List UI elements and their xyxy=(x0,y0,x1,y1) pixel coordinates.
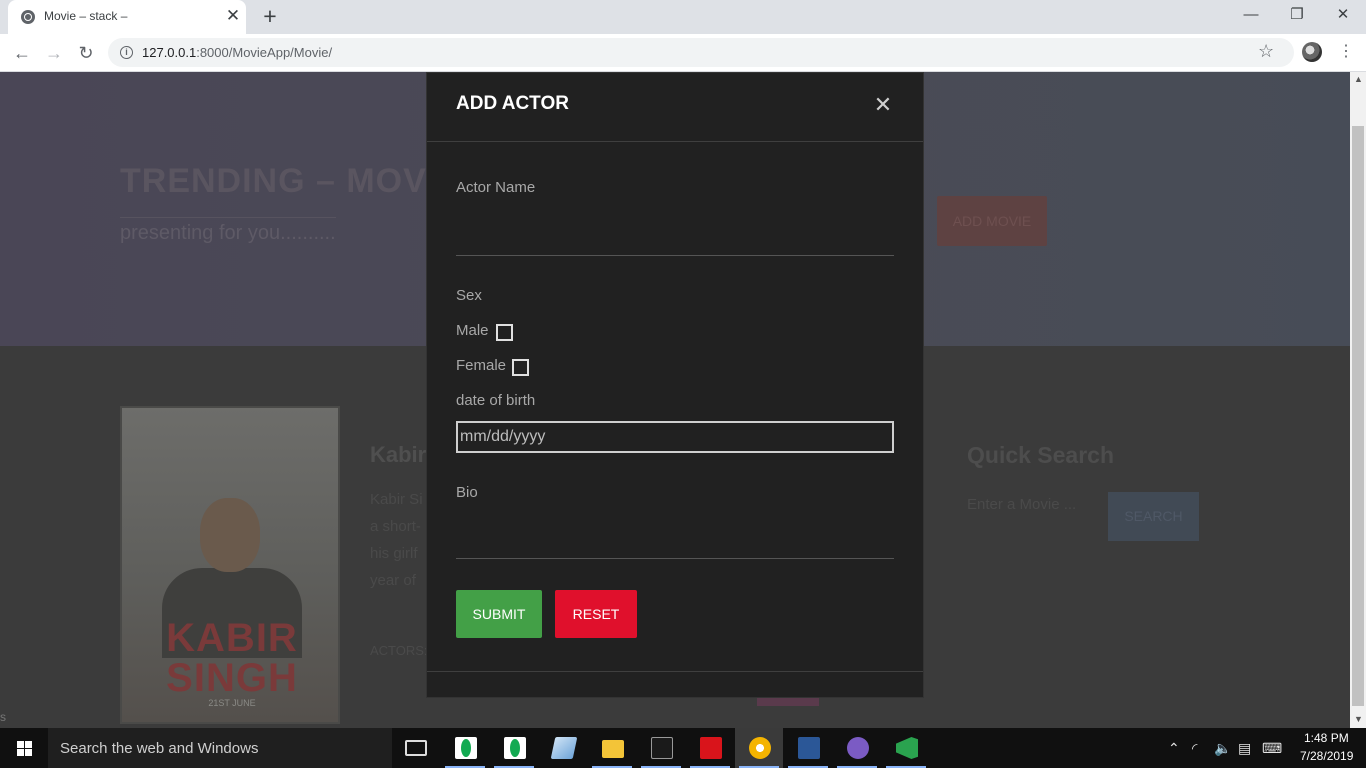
restore-button[interactable]: ❐ xyxy=(1274,0,1320,30)
terminal-icon[interactable] xyxy=(637,728,685,768)
network-icon[interactable]: ◜ xyxy=(1192,728,1197,768)
notepad-icon[interactable] xyxy=(539,728,587,768)
movie-description: Kabir Si a short- his girlf year of xyxy=(370,486,430,594)
movie-poster[interactable]: KABIR SINGH 21ST JUNE xyxy=(120,406,340,724)
menu-icon[interactable]: ⋮ xyxy=(1338,42,1354,62)
taskbar-search[interactable]: Search the web and Windows xyxy=(48,728,392,768)
poster-date: 21ST JUNE xyxy=(208,698,256,708)
chrome-icon[interactable] xyxy=(735,728,783,768)
scroll-up-icon[interactable]: ▲ xyxy=(1354,74,1363,84)
tab-close-icon[interactable]: ✕ xyxy=(224,6,242,26)
male-label: Male xyxy=(456,322,489,339)
github-glyph xyxy=(847,737,869,759)
start-button[interactable] xyxy=(0,728,48,768)
profile-icon[interactable] xyxy=(1302,42,1322,62)
pink-strip xyxy=(757,698,819,706)
action-center-icon[interactable]: ▤ xyxy=(1238,728,1251,768)
tab-strip: Movie – stack – ✕ + — ❐ ✕ xyxy=(0,0,1366,34)
mongodb-leaf xyxy=(510,739,520,757)
mongodb-compass-icon[interactable] xyxy=(441,728,489,768)
poster-face xyxy=(200,498,260,572)
actors-label: ACTORS: xyxy=(370,643,428,658)
url-path: :8000/MovieApp/Movie/ xyxy=(196,45,333,60)
scroll-down-icon[interactable]: ▼ xyxy=(1354,714,1363,724)
browser-toolbar: ← → ↻ i 127.0.0.1:8000/MovieApp/Movie/ ☆… xyxy=(0,34,1366,72)
movie-name[interactable]: Kabir xyxy=(370,442,426,468)
quick-search-input[interactable]: Enter a Movie ... xyxy=(967,496,1097,518)
submit-button[interactable]: SUBMIT xyxy=(456,590,542,638)
notepad-glyph xyxy=(550,737,578,759)
browser-tab[interactable]: Movie – stack – ✕ xyxy=(8,0,246,34)
back-icon[interactable]: ← xyxy=(10,41,34,65)
movie-desc-line: his girlf xyxy=(370,545,418,562)
female-label: Female xyxy=(456,357,507,374)
reset-button[interactable]: RESET xyxy=(555,590,637,638)
terminal-glyph xyxy=(651,737,673,759)
minimize-button[interactable]: — xyxy=(1228,0,1274,30)
task-view-glyph xyxy=(405,740,427,756)
clock-time[interactable]: 1:48 PM xyxy=(1304,731,1349,745)
movie-desc-line: year of xyxy=(370,572,416,589)
actor-name-field[interactable] xyxy=(456,222,894,256)
movie-desc-line: a short- xyxy=(370,518,421,535)
bookmark-star-icon[interactable]: ☆ xyxy=(1258,41,1274,62)
info-icon[interactable]: i xyxy=(120,46,133,59)
url-host: 127.0.0.1 xyxy=(142,45,197,60)
folder-glyph xyxy=(602,740,624,758)
add-movie-button[interactable]: ADD MOVIE xyxy=(937,196,1047,246)
address-bar[interactable]: i 127.0.0.1:8000/MovieApp/Movie/ ☆ xyxy=(108,38,1294,67)
add-actor-modal: ADD ACTOR ✕ Actor Name Sex Male Female d… xyxy=(426,72,924,698)
file-explorer-icon[interactable] xyxy=(588,728,636,768)
acrobat-icon[interactable] xyxy=(686,728,734,768)
mongodb-compass-icon[interactable] xyxy=(490,728,538,768)
poster-title-line2: SINGH xyxy=(166,656,298,700)
tab-title: Movie – stack – xyxy=(44,9,128,23)
actor-name-label: Actor Name xyxy=(456,179,536,196)
modal-title: ADD ACTOR xyxy=(456,93,569,114)
male-checkbox[interactable] xyxy=(496,324,513,341)
close-window-button[interactable]: ✕ xyxy=(1320,0,1366,30)
mongodb-leaf xyxy=(461,739,471,757)
taskbar: Search the web and Windows ⌃ ◜ 🔈 ▤ ⌨ 1:4… xyxy=(0,728,1366,768)
forward-icon[interactable]: → xyxy=(42,41,66,65)
hero-subtitle: presenting for you.......... xyxy=(120,217,336,245)
sex-label: Sex xyxy=(456,287,482,304)
bio-field[interactable] xyxy=(456,525,894,559)
show-hidden-icons-icon[interactable]: ⌃ xyxy=(1168,728,1180,768)
movie-desc-line: Kabir Si xyxy=(370,491,423,508)
chrome-glyph xyxy=(749,737,771,759)
task-view-icon[interactable] xyxy=(392,728,440,768)
poster-title: KABIR SINGH xyxy=(122,616,338,700)
acrobat-glyph xyxy=(700,737,722,759)
globe-icon xyxy=(21,10,35,24)
volume-icon[interactable]: 🔈 xyxy=(1214,728,1231,768)
reload-icon[interactable]: ↻ xyxy=(74,41,98,65)
female-checkbox[interactable] xyxy=(512,359,529,376)
new-tab-button[interactable]: + xyxy=(258,4,282,28)
poster-title-line1: KABIR xyxy=(166,616,298,660)
github-desktop-icon[interactable] xyxy=(833,728,881,768)
scroll-thumb[interactable] xyxy=(1352,126,1364,706)
hero-title: TRENDING – MOVI xyxy=(120,162,438,200)
modal-header: ADD ACTOR ✕ xyxy=(427,73,923,142)
quick-search-title: Quick Search xyxy=(967,442,1115,468)
windows-logo-icon xyxy=(17,741,32,756)
taskbar-search-text: Search the web and Windows xyxy=(60,740,259,757)
modal-footer-divider xyxy=(427,671,923,672)
url-text[interactable]: 127.0.0.1:8000/MovieApp/Movie/ xyxy=(142,45,332,60)
page-scrollbar[interactable]: ▲ ▼ xyxy=(1350,72,1366,728)
close-icon[interactable]: ✕ xyxy=(871,93,895,117)
bio-label: Bio xyxy=(456,484,478,501)
keyboard-icon[interactable]: ⌨ xyxy=(1262,728,1282,768)
vscode-glyph xyxy=(896,737,918,759)
visual-studio-code-icon[interactable] xyxy=(882,728,930,768)
stray-text: s xyxy=(0,710,6,724)
dob-field[interactable]: mm/dd/yyyy xyxy=(456,421,894,453)
quick-search-button[interactable]: SEARCH xyxy=(1108,492,1199,541)
word-icon[interactable] xyxy=(784,728,832,768)
dob-label: date of birth xyxy=(456,392,536,409)
clock-date[interactable]: 7/28/2019 xyxy=(1300,749,1353,763)
word-glyph xyxy=(798,737,820,759)
